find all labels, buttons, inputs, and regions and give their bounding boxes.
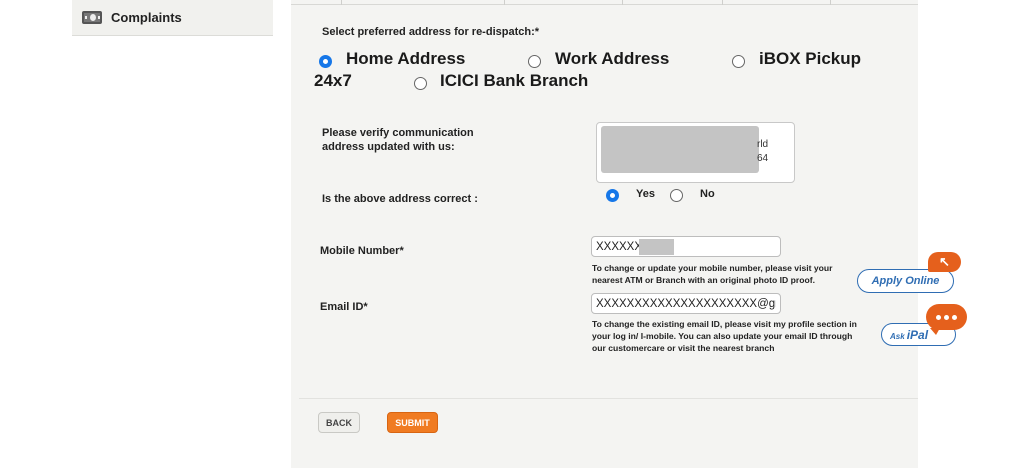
radio-home-address[interactable] (319, 55, 332, 68)
tab-divider (341, 0, 342, 5)
address-correct-label: Is the above address correct : (322, 193, 478, 205)
submit-button[interactable]: SUBMIT (387, 412, 438, 433)
no-label: No (700, 188, 715, 200)
yes-label: Yes (636, 188, 655, 200)
email-hint: To change the existing email ID, please … (592, 319, 857, 353)
radio-yes[interactable] (606, 189, 619, 202)
arrow-icon: ↖ (928, 252, 961, 272)
address-line: 64 (757, 153, 769, 164)
dispatch-label: Select preferred address for re-dispatch… (322, 26, 540, 38)
page: Complaints Select preferred address for … (0, 0, 1024, 473)
option-icici-bank-branch: ICICI Bank Branch (440, 71, 589, 90)
option-home-address: Home Address (346, 49, 466, 68)
back-button[interactable]: BACK (318, 412, 360, 433)
chat-bubble-icon (926, 304, 967, 335)
radio-no[interactable] (670, 189, 683, 202)
radio-icici-bank-branch[interactable] (414, 77, 427, 90)
apply-online-button[interactable]: ↖ Apply Online (857, 252, 961, 293)
mobile-number-field[interactable] (591, 236, 781, 257)
mobile-hint: To change or update your mobile number, … (592, 263, 833, 285)
main-panel: Select preferred address for re-dispatch… (291, 0, 918, 468)
tab-divider (830, 0, 831, 5)
tab-divider (504, 0, 505, 5)
money-icon (82, 11, 102, 24)
sidebar-item-complaints[interactable]: Complaints (72, 0, 273, 36)
tab-strip (291, 0, 918, 5)
radio-ibox-pickup[interactable] (732, 55, 745, 68)
apply-online-label: Apply Online (871, 275, 940, 287)
ipal-label: iPal (906, 327, 929, 342)
ask-label: Ask (890, 331, 905, 341)
option-ibox-suffix: 24x7 (314, 71, 352, 90)
sidebar-item-label: Complaints (111, 10, 182, 25)
address-redaction (601, 126, 759, 173)
mobile-redaction (639, 239, 674, 255)
mobile-label: Mobile Number* (320, 245, 404, 257)
divider (299, 398, 918, 399)
option-ibox-pickup: iBOX Pickup (759, 49, 862, 68)
ask-ipal-button[interactable]: Ask iPal (881, 304, 967, 346)
email-label: Email ID* (320, 301, 368, 313)
option-work-address: Work Address (555, 49, 670, 68)
address-line: rld (757, 139, 769, 150)
verify-address-label: Please verify communication address upda… (322, 127, 474, 153)
tab-divider (622, 0, 623, 5)
email-field[interactable] (591, 293, 781, 314)
radio-work-address[interactable] (528, 55, 541, 68)
address-box: rld 64 (596, 122, 795, 183)
tab-divider (722, 0, 723, 5)
